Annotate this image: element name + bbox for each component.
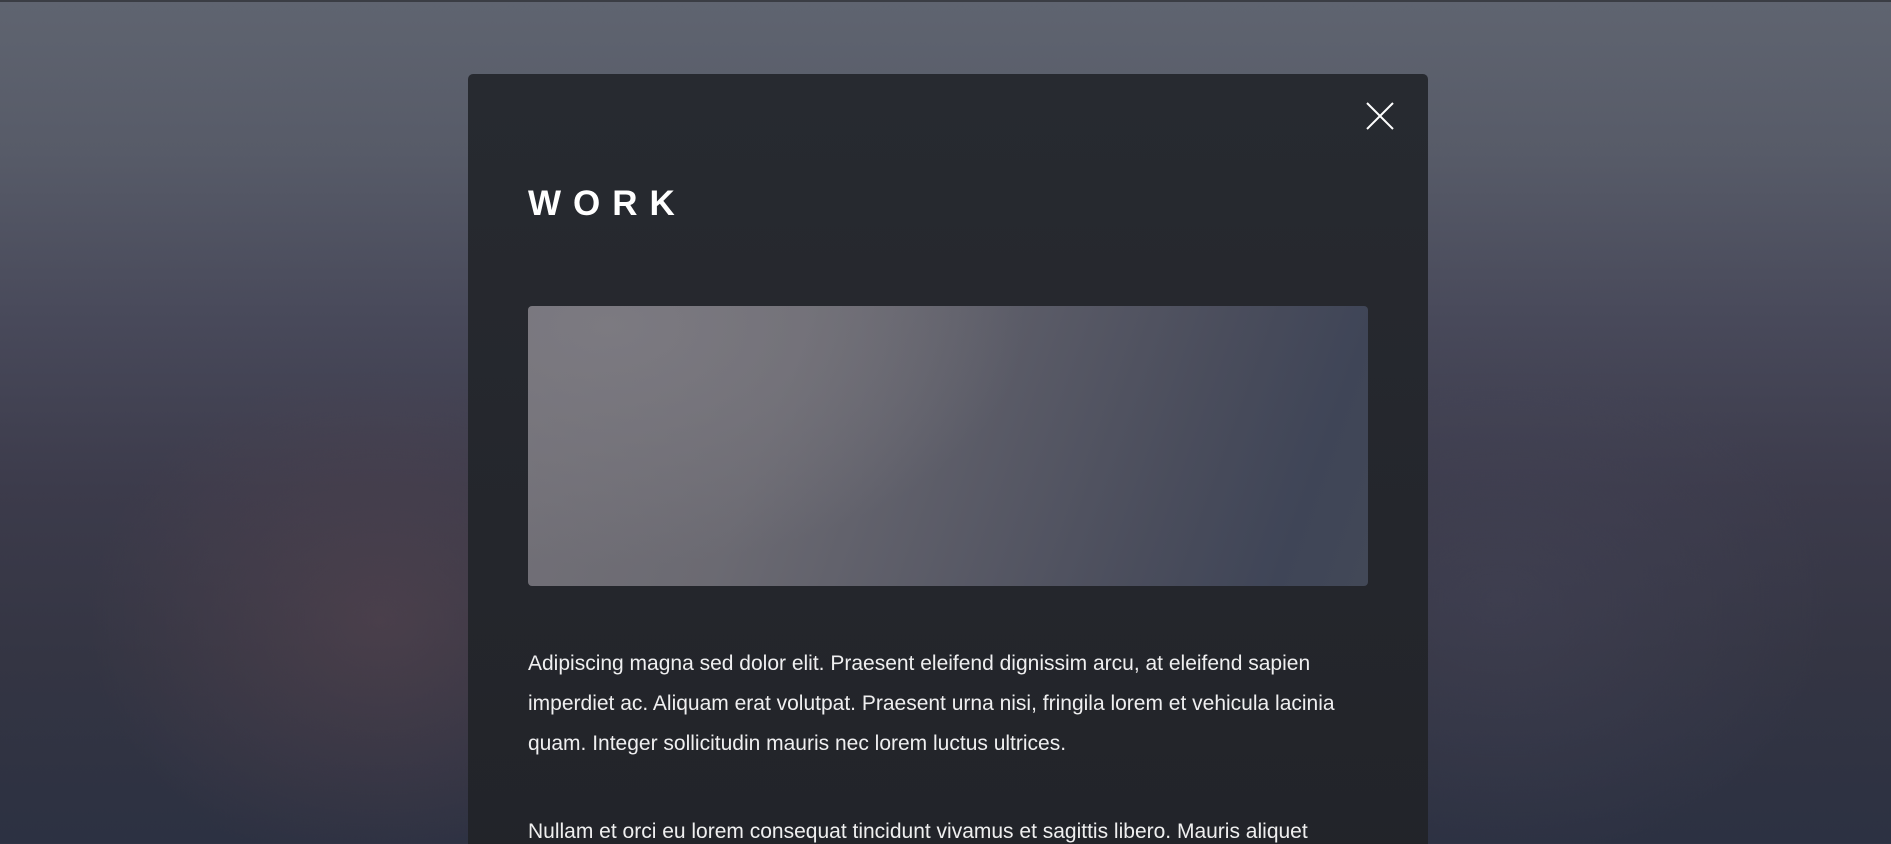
body-paragraph: Adipiscing magna sed dolor elit. Praesen… <box>528 652 1335 755</box>
modal-title: WORK <box>528 184 687 223</box>
close-button[interactable] <box>1360 96 1400 136</box>
work-modal: WORK Adipiscing magna sed dolor elit. Pr… <box>468 74 1428 844</box>
work-image <box>528 306 1368 586</box>
body-paragraph: Nullam et orci eu lorem consequat tincid… <box>528 820 1308 843</box>
top-border-line <box>0 0 1891 2</box>
modal-title-wrap: WORK <box>528 186 687 221</box>
close-icon <box>1366 102 1394 130</box>
